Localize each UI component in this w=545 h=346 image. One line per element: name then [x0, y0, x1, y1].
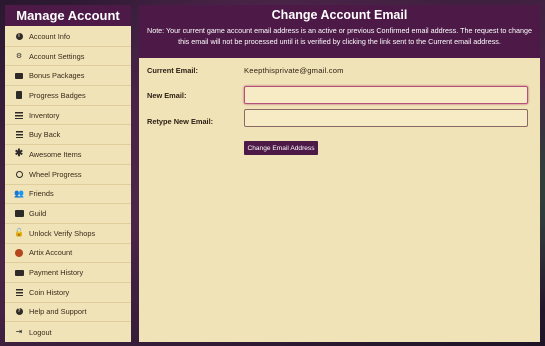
- list-icon: [14, 110, 24, 120]
- new-email-label: New Email:: [147, 91, 187, 100]
- logout-icon: ⇥: [15, 327, 23, 337]
- sidebar-item-coin-history[interactable]: Coin History: [5, 283, 131, 303]
- coins-icon: [14, 130, 24, 140]
- unlock-icon: 🔓: [14, 228, 24, 238]
- sidebar-item-label: Awesome Items: [29, 149, 82, 159]
- asterisk-icon: ✱: [14, 148, 24, 160]
- page-title: Change Account Email: [271, 8, 408, 22]
- sidebar-item-label: Account Settings: [29, 51, 85, 61]
- retype-email-label: Retype New Email:: [147, 117, 214, 126]
- sidebar-item-progress-badges[interactable]: Progress Badges: [5, 86, 131, 106]
- current-email-label: Current Email:: [147, 66, 198, 75]
- sidebar-item-artix-account[interactable]: Artix Account: [5, 244, 131, 264]
- sidebar-item-label: Logout: [29, 327, 52, 337]
- sidebar-item-label: Coin History: [29, 287, 70, 297]
- sidebar-item-wheel-progress[interactable]: Wheel Progress: [5, 165, 131, 185]
- sidebar-item-inventory[interactable]: Inventory: [5, 106, 131, 126]
- sidebar-item-friends[interactable]: 👥 Friends: [5, 185, 131, 205]
- sidebar-item-unlock-verify-shops[interactable]: 🔓 Unlock Verify Shops: [5, 224, 131, 244]
- main-header: Change Account Email Note: Your current …: [139, 5, 540, 58]
- sidebar-item-account-info[interactable]: i Account Info: [5, 27, 131, 47]
- note-text: Note: Your current game account email ad…: [147, 26, 533, 46]
- help-icon: ?: [15, 308, 23, 316]
- coins-icon: [14, 287, 24, 297]
- main-panel: Change Account Email Note: Your current …: [139, 5, 540, 342]
- guild-icon: [14, 209, 24, 219]
- sidebar-item-bonus-packages[interactable]: Bonus Packages: [5, 66, 131, 87]
- change-email-button[interactable]: Change Email Address: [244, 141, 318, 155]
- sidebar: Manage Account i Account Info ⚙ Account …: [5, 5, 131, 342]
- gear-icon: ⚙: [15, 52, 23, 60]
- retype-email-field[interactable]: [244, 109, 528, 127]
- info-icon: i: [14, 31, 24, 41]
- sidebar-item-label: Friends: [29, 189, 54, 199]
- sidebar-item-label: Wheel Progress: [29, 169, 82, 179]
- sidebar-item-awesome-items[interactable]: ✱ Awesome Items: [5, 145, 131, 165]
- sidebar-item-payment-history[interactable]: Payment History: [5, 263, 131, 283]
- sidebar-item-label: Help and Support: [29, 307, 87, 317]
- sidebar-item-label: Guild: [29, 209, 47, 219]
- badge-icon: [14, 90, 24, 100]
- sidebar-item-label: Buy Back: [29, 130, 61, 140]
- sidebar-item-label: Payment History: [29, 268, 84, 278]
- artix-icon: [14, 248, 24, 258]
- sidebar-item-label: Inventory: [29, 110, 60, 120]
- current-email-value: Keepthisprivate@gmail.com: [244, 66, 344, 75]
- sidebar-item-label: Progress Badges: [29, 90, 86, 100]
- sidebar-item-buy-back[interactable]: Buy Back: [5, 125, 131, 146]
- sidebar-item-account-settings[interactable]: ⚙ Account Settings: [5, 47, 131, 67]
- wheel-icon: [14, 169, 24, 179]
- sidebar-item-help-and-support[interactable]: ? Help and Support: [5, 303, 131, 323]
- sidebar-item-guild[interactable]: Guild: [5, 204, 131, 224]
- sidebar-item-logout[interactable]: ⇥ Logout: [5, 322, 131, 342]
- sidebar-item-label: Account Info: [29, 31, 71, 41]
- package-icon: [14, 71, 24, 81]
- sidebar-item-label: Artix Account: [29, 248, 73, 258]
- sidebar-title: Manage Account: [5, 5, 131, 26]
- sidebar-item-label: Bonus Packages: [29, 71, 85, 81]
- users-icon: 👥: [14, 188, 24, 198]
- card-icon: [14, 268, 24, 278]
- sidebar-item-label: Unlock Verify Shops: [29, 228, 96, 238]
- new-email-field[interactable]: [244, 86, 528, 104]
- sidebar-nav: i Account Info ⚙ Account Settings Bonus …: [5, 27, 131, 342]
